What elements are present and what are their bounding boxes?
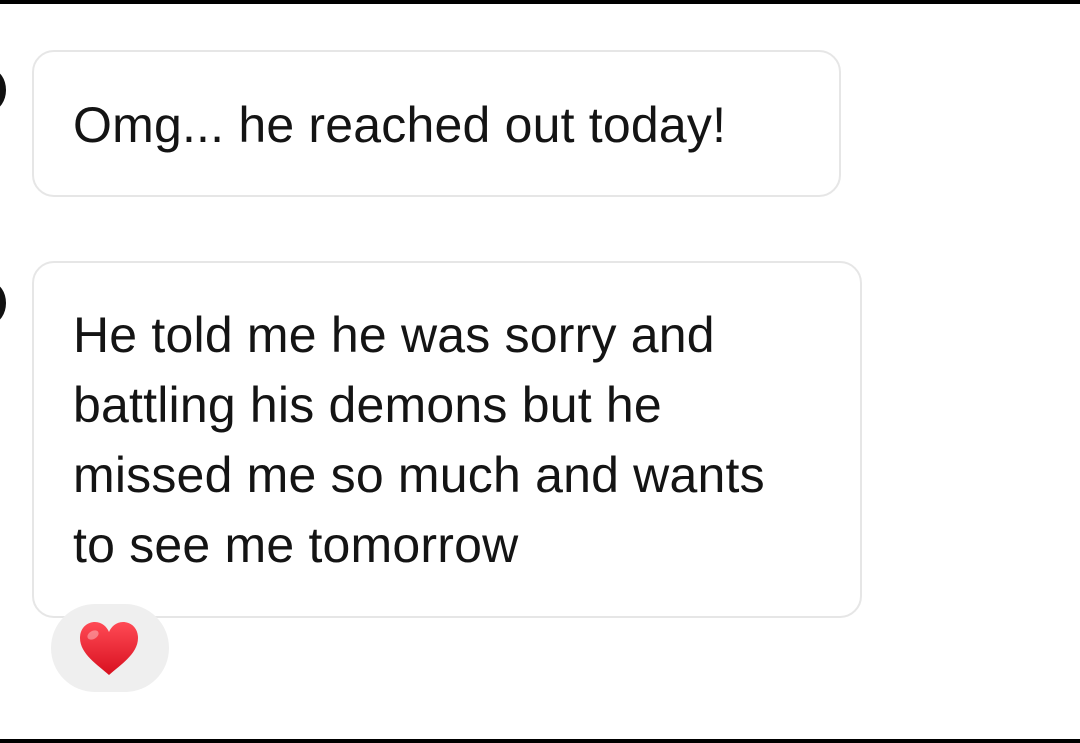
bottom-border: [0, 739, 1080, 743]
message-reaction[interactable]: [51, 604, 169, 692]
message-text: Omg... he reached out today!: [73, 97, 727, 153]
sender-avatar[interactable]: [0, 283, 6, 323]
message-text: He told me he was sorry and battling his…: [73, 307, 765, 573]
sender-avatar[interactable]: [0, 70, 6, 110]
message-bubble[interactable]: Omg... he reached out today!: [32, 50, 841, 197]
top-border: [0, 0, 1080, 4]
message-bubble[interactable]: He told me he was sorry and battling his…: [32, 261, 862, 618]
heart-icon: [80, 622, 138, 675]
